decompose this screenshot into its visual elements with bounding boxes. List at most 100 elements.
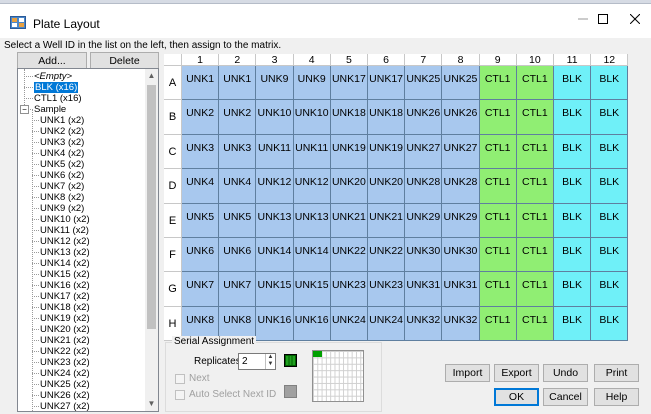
plate-well[interactable]: UNK24	[330, 306, 368, 342]
plate-well[interactable]: UNK17	[368, 66, 406, 101]
plate-well[interactable]: CTL1	[516, 134, 554, 170]
column-header[interactable]: 8	[442, 54, 480, 66]
plate-well[interactable]: UNK2	[182, 100, 220, 135]
tree-item[interactable]: UNK6 (x2)	[40, 170, 84, 181]
plate-well[interactable]: UNK32	[442, 306, 480, 342]
plate-well[interactable]: CTL1	[479, 66, 517, 101]
plate-well[interactable]: UNK15	[293, 272, 331, 307]
tree-item[interactable]: UNK24 (x2)	[40, 368, 90, 379]
plate-well[interactable]: BLK	[554, 203, 592, 238]
plate-well[interactable]: BLK	[591, 100, 629, 135]
plate-well[interactable]: BLK	[554, 169, 592, 204]
well-id-tree[interactable]: <Empty> BLK (x16) CTL1 (x16) − Sample UNK1 (x…	[17, 68, 159, 412]
tree-item[interactable]: UNK15 (x2)	[40, 269, 90, 280]
plate-well[interactable]: UNK7	[182, 272, 220, 307]
plate-well[interactable]: UNK2	[219, 100, 257, 135]
row-header[interactable]: G	[164, 272, 182, 307]
tree-item[interactable]: UNK23 (x2)	[40, 357, 90, 368]
scroll-thumb[interactable]	[147, 85, 156, 329]
plate-well[interactable]: UNK22	[368, 238, 406, 273]
plate-well[interactable]: UNK3	[219, 134, 257, 170]
plate-well[interactable]: CTL1	[479, 238, 517, 273]
scroll-up-icon[interactable]: ▲	[145, 69, 158, 83]
row-header[interactable]: F	[164, 238, 182, 273]
tree-item[interactable]: UNK3 (x2)	[40, 137, 84, 148]
print-button[interactable]: Print	[594, 364, 639, 382]
tree-item[interactable]: UNK2 (x2)	[40, 126, 84, 137]
column-header[interactable]: 11	[554, 54, 592, 66]
plate-well[interactable]: UNK29	[442, 203, 480, 238]
grid-corner[interactable]	[164, 54, 182, 66]
plate-well[interactable]: CTL1	[516, 100, 554, 135]
column-header[interactable]: 9	[479, 54, 517, 66]
tree-item[interactable]: CTL1 (x16)	[34, 93, 82, 104]
plate-well[interactable]: CTL1	[516, 169, 554, 204]
plate-well[interactable]: UNK6	[182, 238, 220, 273]
plate-well[interactable]: CTL1	[516, 238, 554, 273]
tree-item[interactable]: UNK18 (x2)	[40, 302, 90, 313]
tree-item[interactable]: UNK21 (x2)	[40, 335, 90, 346]
stepper-arrows-icon[interactable]: ▲ ▼	[265, 354, 275, 369]
tree-item[interactable]: UNK7 (x2)	[40, 181, 84, 192]
plate-well[interactable]: UNK9	[293, 66, 331, 101]
plate-well[interactable]: UNK27	[405, 134, 443, 170]
plate-well[interactable]: UNK10	[256, 100, 294, 135]
plate-well[interactable]: BLK	[591, 238, 629, 273]
plate-well[interactable]: CTL1	[479, 272, 517, 307]
plate-well[interactable]: UNK31	[405, 272, 443, 307]
tree-item[interactable]: UNK13 (x2)	[40, 247, 90, 258]
plate-well[interactable]: UNK11	[256, 134, 294, 170]
plate-well[interactable]: UNK16	[256, 306, 294, 342]
close-button[interactable]	[612, 4, 651, 34]
plate-well[interactable]: UNK20	[330, 169, 368, 204]
plate-well[interactable]: UNK29	[405, 203, 443, 238]
column-header[interactable]: 12	[591, 54, 629, 66]
tree-item[interactable]: <Empty>	[34, 71, 72, 82]
plate-well[interactable]: UNK14	[256, 238, 294, 273]
plate-well[interactable]: CTL1	[479, 134, 517, 170]
plate-well[interactable]: UNK25	[442, 66, 480, 101]
column-header[interactable]: 3	[256, 54, 294, 66]
column-header[interactable]: 1	[182, 54, 220, 66]
plate-well[interactable]: UNK4	[219, 169, 257, 204]
plate-well[interactable]: CTL1	[479, 306, 517, 342]
tree-item[interactable]: BLK (x16)	[34, 82, 79, 93]
plate-well[interactable]: UNK26	[405, 100, 443, 135]
plate-well[interactable]: BLK	[554, 238, 592, 273]
tree-item[interactable]: UNK25 (x2)	[40, 379, 90, 390]
replicate-color-chip[interactable]	[284, 354, 297, 367]
ok-button[interactable]: OK	[494, 388, 539, 406]
row-header[interactable]: C	[164, 134, 182, 170]
plate-well[interactable]: UNK12	[256, 169, 294, 204]
tree-item[interactable]: UNK20 (x2)	[40, 324, 90, 335]
tree-item[interactable]: UNK5 (x2)	[40, 159, 84, 170]
plate-well[interactable]: UNK14	[293, 238, 331, 273]
plate-well[interactable]: BLK	[554, 272, 592, 307]
tree-item[interactable]: Sample	[34, 104, 66, 115]
plate-well[interactable]: UNK19	[330, 134, 368, 170]
tree-item[interactable]: UNK19 (x2)	[40, 313, 90, 324]
plate-well[interactable]: UNK23	[330, 272, 368, 307]
plate-well[interactable]: UNK25	[405, 66, 443, 101]
tree-item[interactable]: UNK27 (x2)	[40, 401, 90, 411]
plate-well[interactable]: BLK	[591, 306, 629, 342]
plate-well[interactable]: UNK21	[368, 203, 406, 238]
next-checkbox[interactable]	[175, 374, 185, 384]
column-header[interactable]: 6	[368, 54, 406, 66]
plate-well[interactable]: UNK13	[293, 203, 331, 238]
plate-well[interactable]: CTL1	[516, 66, 554, 101]
plate-well[interactable]: CTL1	[516, 306, 554, 342]
plate-well[interactable]: BLK	[554, 306, 592, 342]
plate-well[interactable]: CTL1	[479, 203, 517, 238]
plate-well[interactable]: BLK	[591, 169, 629, 204]
plate-well[interactable]: BLK	[591, 272, 629, 307]
plate-well[interactable]: UNK7	[219, 272, 257, 307]
plate-well[interactable]: UNK5	[182, 203, 220, 238]
plate-well[interactable]: UNK12	[293, 169, 331, 204]
row-header[interactable]: D	[164, 169, 182, 204]
plate-well[interactable]: UNK18	[330, 100, 368, 135]
plate-well[interactable]: UNK32	[405, 306, 443, 342]
tree-item[interactable]: UNK10 (x2)	[40, 214, 90, 225]
tree-scrollbar[interactable]: ▲ ▼	[145, 69, 158, 411]
plate-well[interactable]: BLK	[554, 134, 592, 170]
